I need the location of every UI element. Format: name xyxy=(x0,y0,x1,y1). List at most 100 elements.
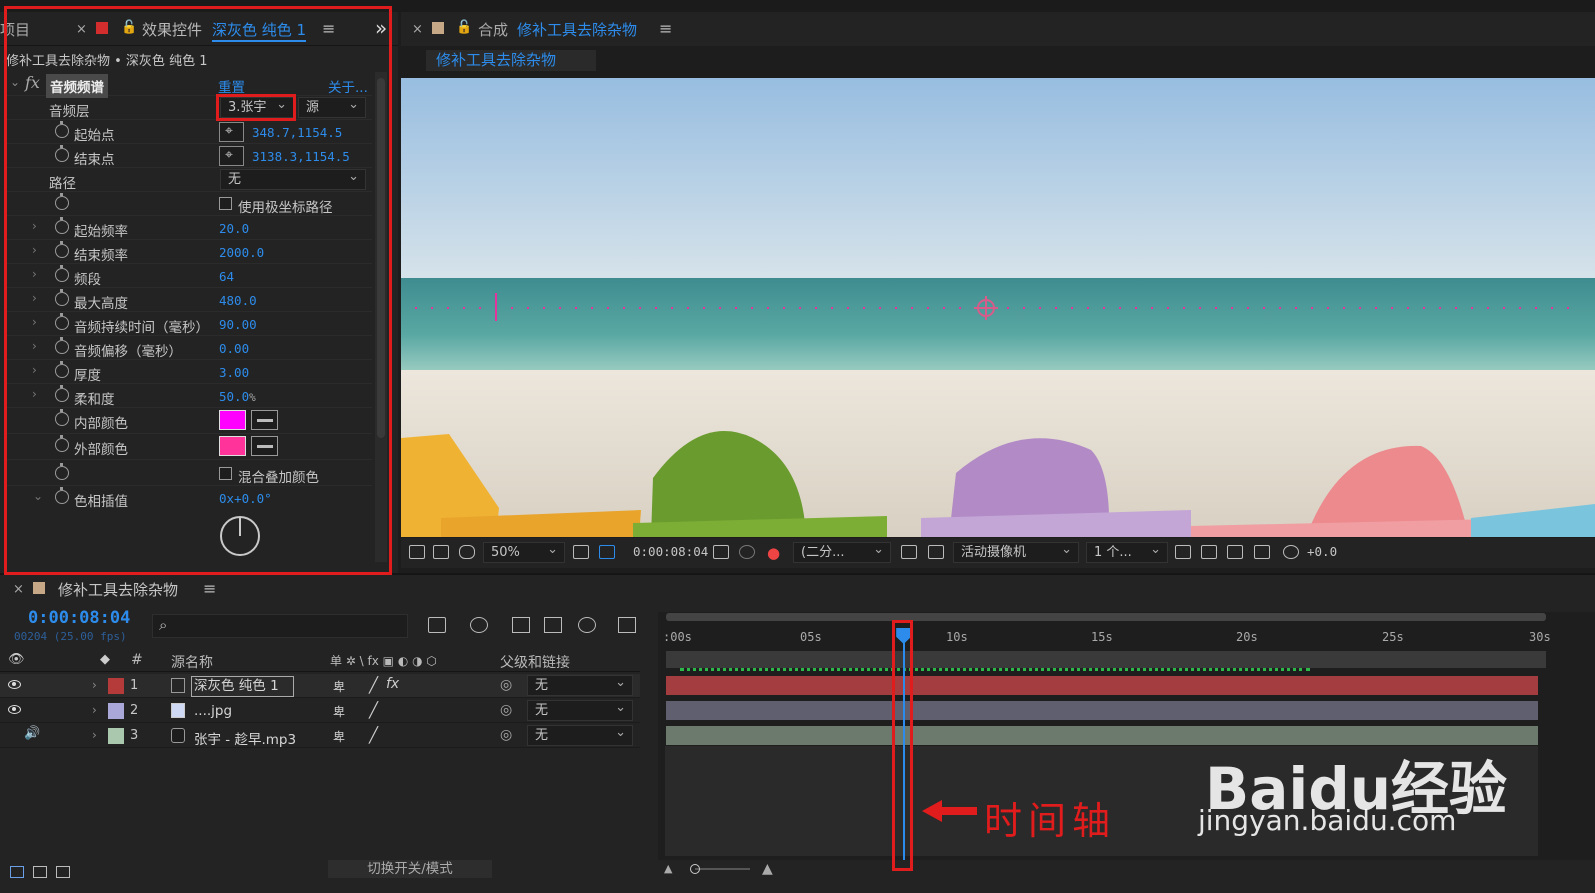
layer-name[interactable]: 深灰色 纯色 1 xyxy=(191,676,294,697)
composition-subtab[interactable]: 修补工具去除杂物 xyxy=(426,50,596,71)
layer-bar-image[interactable] xyxy=(666,701,1538,720)
highlight-playhead xyxy=(892,620,913,871)
timeline-footer: 切换开关/模式 ▲ ▲ xyxy=(0,860,1595,893)
parent-dropdown[interactable]: 无 xyxy=(527,723,633,746)
layer-bar-solid[interactable] xyxy=(666,676,1538,695)
transfer-controls-icon[interactable] xyxy=(33,866,47,878)
quality-switch-icon[interactable]: ╱ xyxy=(369,726,378,744)
frame-blending-icon[interactable] xyxy=(544,617,562,633)
column-parent[interactable]: 父级和链接 xyxy=(500,652,570,672)
column-source-name[interactable]: 源名称 xyxy=(171,652,213,672)
pick-whip-icon[interactable]: ◎ xyxy=(500,727,512,743)
viewer-timecode[interactable]: 0:00:08:04 xyxy=(633,544,708,559)
monitor-icon[interactable] xyxy=(433,545,449,559)
shy-switch-icon[interactable]: 卑 xyxy=(333,728,345,745)
layer-row[interactable]: › 1 深灰色 纯色 1 卑 ╱ fx ◎ 无 xyxy=(0,673,640,698)
toggle-switches-modes-button[interactable]: 切换开关/模式 xyxy=(328,860,492,878)
comp-flowchart-icon[interactable] xyxy=(428,617,446,633)
toggle-pixel-aspect-icon[interactable] xyxy=(1175,545,1191,559)
layer-search-input[interactable]: ⌕ xyxy=(152,614,408,638)
composition-viewer[interactable] xyxy=(401,78,1595,537)
layer-name[interactable]: ....jpg xyxy=(194,703,232,719)
zoom-slider-track[interactable] xyxy=(695,868,750,870)
shy-switch-icon[interactable]: 卑 xyxy=(333,703,345,720)
work-area-bar[interactable] xyxy=(666,651,1546,668)
viewer-toolbar: 50% 0:00:08:04 ● (二分... 活动摄像机 1 个... +0.… xyxy=(401,538,1595,568)
timeline-tab-name[interactable]: 修补工具去除杂物 xyxy=(58,579,178,600)
show-snapshot-icon[interactable] xyxy=(739,545,755,559)
column-switches[interactable]: 单 ✲ \ fx ▣ ◐ ◑ ⬡ xyxy=(330,652,437,669)
fast-preview-icon[interactable] xyxy=(1201,545,1217,559)
graph-editor-icon[interactable] xyxy=(618,617,636,633)
expand-layer-chevron-icon[interactable]: › xyxy=(92,728,97,742)
views-dropdown[interactable]: 1 个... xyxy=(1086,540,1168,563)
layer-number: 3 xyxy=(130,728,139,743)
zoom-slider-handle[interactable] xyxy=(690,864,700,874)
lock-icon[interactable]: 🔓 xyxy=(456,20,472,35)
composition-tab-label[interactable]: 合成 xyxy=(478,19,508,40)
av-switches-icon[interactable]: 👁 xyxy=(8,652,25,667)
layer-row[interactable]: 🔊 › 3 张宇 - 趁早.mp3 卑 ╱ ◎ 无 xyxy=(0,723,640,748)
after-effects-window: 项目 × 🔓 效果控件 深灰色 纯色 1 ≡ » 修补工具去除杂物 • 深灰色 … xyxy=(0,0,1595,893)
layer-number: 1 xyxy=(130,678,139,693)
frame-count: 00204 (25.00 fps) xyxy=(14,630,127,643)
zoom-in-icon[interactable]: ▲ xyxy=(762,861,773,877)
flowchart-icon[interactable] xyxy=(1254,545,1270,559)
shy-switch-icon[interactable]: 卑 xyxy=(333,678,345,695)
motion-blur-icon[interactable] xyxy=(578,617,596,633)
layer-switches-icon[interactable] xyxy=(10,866,24,878)
pick-whip-icon[interactable]: ◎ xyxy=(500,677,512,693)
current-time[interactable]: 0:00:08:04 xyxy=(28,608,130,628)
parent-dropdown[interactable]: 无 xyxy=(527,698,633,721)
resolution-dropdown[interactable]: (二分... xyxy=(793,540,891,563)
safe-zones-icon[interactable] xyxy=(573,545,589,559)
eye-icon[interactable] xyxy=(8,705,21,714)
timeline-color-icon xyxy=(33,582,45,594)
layer-row[interactable]: › 2 ....jpg 卑 ╱ ◎ 无 xyxy=(0,698,640,723)
exposure-value[interactable]: +0.0 xyxy=(1307,544,1337,559)
transparency-icon[interactable] xyxy=(928,545,944,559)
layer-label-color[interactable] xyxy=(108,728,124,744)
composition-tab-name[interactable]: 修补工具去除杂物 xyxy=(517,19,637,40)
panel-menu-icon[interactable]: ≡ xyxy=(659,19,672,38)
close-tab-icon[interactable]: × xyxy=(13,582,24,597)
expand-layer-chevron-icon[interactable]: › xyxy=(92,678,97,692)
camera-dropdown[interactable]: 活动摄像机 xyxy=(953,540,1079,563)
always-preview-icon[interactable] xyxy=(409,545,425,559)
ruler-tick: 30s xyxy=(1529,630,1551,644)
column-number[interactable]: # xyxy=(131,652,143,668)
eye-icon[interactable] xyxy=(8,680,21,689)
layer-label-color[interactable] xyxy=(108,703,124,719)
camera-snapshot-icon[interactable] xyxy=(713,545,729,559)
draft-3d-icon[interactable] xyxy=(470,617,488,633)
panel-menu-icon[interactable]: ≡ xyxy=(203,579,216,598)
parent-dropdown[interactable]: 无 xyxy=(527,673,633,696)
layer-number: 2 xyxy=(130,703,139,718)
effect-switch-icon[interactable]: fx xyxy=(386,676,399,692)
composition-color-icon xyxy=(432,22,444,34)
mask-visibility-icon[interactable] xyxy=(459,545,475,559)
ruler-tick: 15s xyxy=(1091,630,1113,644)
time-ruler[interactable]: :00s 05s 10s 15s 20s 25s 30s xyxy=(663,612,1551,652)
layer-label-color[interactable] xyxy=(108,678,124,694)
zoom-out-icon[interactable]: ▲ xyxy=(664,862,672,875)
label-tag-icon[interactable]: ◆ xyxy=(100,652,110,667)
close-tab-icon[interactable]: × xyxy=(412,22,423,37)
watermark-url: jingyan.baidu.com xyxy=(1198,804,1457,837)
quality-switch-icon[interactable]: ╱ xyxy=(369,701,378,719)
shy-layers-icon[interactable] xyxy=(512,617,530,633)
region-of-interest-icon[interactable] xyxy=(901,545,917,559)
layer-name[interactable]: 张宇 - 趁早.mp3 xyxy=(194,728,296,748)
transparency-grid-icon[interactable] xyxy=(599,545,615,559)
pick-whip-icon[interactable]: ◎ xyxy=(500,702,512,718)
ruler-tick: :00s xyxy=(663,630,692,644)
speaker-icon[interactable]: 🔊 xyxy=(24,726,40,741)
in-out-duration-icon[interactable] xyxy=(56,866,70,878)
zoom-dropdown[interactable]: 50% xyxy=(483,540,565,563)
layer-column-header: 👁 ◆ # 源名称 单 ✲ \ fx ▣ ◐ ◑ ⬡ 父级和链接 xyxy=(0,650,640,672)
timeline-icon[interactable] xyxy=(1227,545,1243,559)
expand-layer-chevron-icon[interactable]: › xyxy=(92,703,97,717)
quality-switch-icon[interactable]: ╱ xyxy=(369,676,378,694)
reset-exposure-icon[interactable] xyxy=(1283,545,1299,559)
color-channels-icon[interactable]: ● xyxy=(767,544,780,562)
